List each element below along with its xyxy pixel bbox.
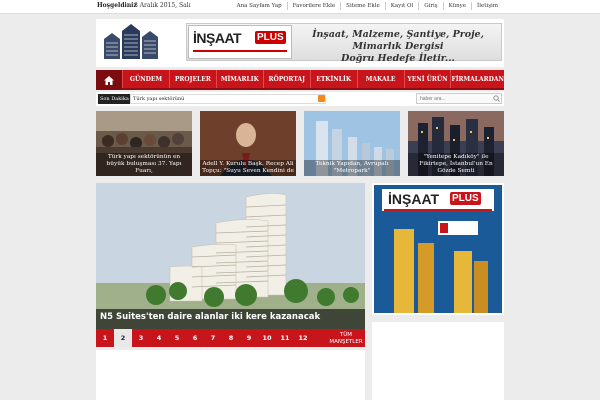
thumb-caption: Adell Y. Kurulu Başk. Recep Ali Topçu: "… <box>200 160 296 176</box>
pager-item-6[interactable]: 6 <box>186 329 204 347</box>
nav-item-roportaj[interactable]: RÖPORTAJ <box>262 70 310 88</box>
pager-item-11[interactable]: 11 <box>276 329 294 347</box>
top-links: Ana Sayfam Yap Favorilere Ekle Siteme Ek… <box>232 2 503 10</box>
date-text: 8 Aralık 2015, Salı <box>134 2 191 9</box>
pager-item-2[interactable]: 2 <box>114 329 132 347</box>
slider-pager: 1 2 3 4 5 6 7 8 9 10 11 12 TÜM MANŞETLER <box>96 329 365 347</box>
link-favorites[interactable]: Favorilere Ekle <box>286 2 341 10</box>
site-header: www.insaatplus.com İNŞAAT PLUS İnşaat, M… <box>96 19 504 74</box>
sidebar-ad[interactable]: İNŞAAT PLUS <box>372 183 504 315</box>
headline-slider[interactable]: N5 Suites'ten daire alanlar iki kere kaz… <box>96 183 365 329</box>
sidebar-lower <box>372 322 504 400</box>
breaking-news-text[interactable]: Türk yapı sektörünü <box>130 94 326 104</box>
search-icon[interactable] <box>493 95 500 102</box>
link-contact[interactable]: İletişim <box>471 2 503 10</box>
home-button[interactable] <box>96 70 122 90</box>
banner-plus: PLUS <box>255 31 286 44</box>
link-imprint[interactable]: Künye <box>442 2 471 10</box>
thumb-caption: Türk yapı sektörünün en büyük buluşması … <box>96 153 192 176</box>
link-login[interactable]: Giriş <box>418 2 442 10</box>
link-add-site[interactable]: Siteme Ekle <box>340 2 385 10</box>
pager-item-3[interactable]: 3 <box>132 329 150 347</box>
banner-magazine: İNŞAAT PLUS <box>188 25 292 59</box>
top-bar: Hoşgeldiniz 8 Aralık 2015, Salı Ana Sayf… <box>0 0 600 14</box>
pager-item-7[interactable]: 7 <box>204 329 222 347</box>
slide-title[interactable]: N5 Suites'ten daire alanlar iki kere kaz… <box>96 309 365 329</box>
breaking-news-label: Son Dakika <box>98 94 131 104</box>
nav-item-mimarlik[interactable]: MİMARLIK <box>215 70 263 88</box>
site-logo[interactable] <box>100 21 162 63</box>
main-nav: GÜNDEM PROJELER MİMARLIK RÖPORTAJ ETKİNL… <box>96 70 504 90</box>
pager-item-10[interactable]: 10 <box>258 329 276 347</box>
thumb-item[interactable]: Adell Y. Kurulu Başk. Recep Ali Topçu: "… <box>200 111 296 176</box>
home-icon <box>104 75 114 85</box>
nav-item-yeni-urun[interactable]: YENİ ÜRÜN <box>403 70 451 88</box>
content-area-lower <box>96 350 365 400</box>
pager-item-9[interactable]: 9 <box>240 329 258 347</box>
ad-image: İNŞAAT PLUS <box>374 185 502 313</box>
buildings-logo-icon <box>104 24 158 59</box>
nav-item-makale[interactable]: MAKALE <box>356 70 404 88</box>
pager-item-1[interactable]: 1 <box>96 329 114 347</box>
thumb-caption: Teknik Yapıdan, Avrupalı "Metropark" <box>304 160 400 176</box>
thumb-item[interactable]: "Yenitepe Kadıköy" ile Fikirtepe, İstanb… <box>408 111 504 176</box>
featured-thumbs: Türk yapı sektörünün en büyük buluşması … <box>96 111 504 176</box>
thumb-item[interactable]: Teknik Yapıdan, Avrupalı "Metropark" <box>304 111 400 176</box>
nav-item-firmalardan[interactable]: FİRMALARDAN <box>450 70 504 88</box>
banner-tagline: İnşaat, Malzeme, Şantiye, Proje, Mimarlı… <box>297 29 499 65</box>
ad-plus: PLUS <box>450 192 481 205</box>
pager-item-5[interactable]: 5 <box>168 329 186 347</box>
slider-image-n5-suites <box>96 183 365 329</box>
banner-tagline-line-1: İnşaat, Malzeme, Şantiye, Proje, Mimarlı… <box>312 29 484 52</box>
nav-item-etkinlik[interactable]: ETKİNLİK <box>309 70 357 88</box>
thumb-caption: "Yenitepe Kadıköy" ile Fikirtepe, İstanb… <box>408 153 504 176</box>
welcome-text: Hoşgeldiniz <box>97 2 137 9</box>
banner-brand: İNŞAAT <box>193 30 242 46</box>
pager-item-12[interactable]: 12 <box>294 329 312 347</box>
search-input[interactable] <box>416 93 502 104</box>
pager-item-8[interactable]: 8 <box>222 329 240 347</box>
pager-item-4[interactable]: 4 <box>150 329 168 347</box>
ticker-bar: Son Dakika Türk yapı sektörünü <box>96 92 504 106</box>
thumb-item[interactable]: Türk yapı sektörünün en büyük buluşması … <box>96 111 192 176</box>
nav-item-gundem[interactable]: GÜNDEM <box>122 70 169 88</box>
nav-item-projeler[interactable]: PROJELER <box>168 70 216 88</box>
rss-icon[interactable] <box>318 95 325 102</box>
banner-stripe <box>193 50 287 52</box>
ad-brand: İNŞAAT <box>388 191 440 207</box>
all-headlines-link[interactable]: TÜM MANŞETLER <box>327 329 365 347</box>
link-register[interactable]: Kayıt Ol <box>384 2 418 10</box>
link-homepage[interactable]: Ana Sayfam Yap <box>232 2 287 10</box>
header-banner[interactable]: İNŞAAT PLUS İnşaat, Malzeme, Şantiye, Pr… <box>186 23 502 64</box>
banner-tagline-line-2: Doğru Hedefe İletir... <box>341 53 455 64</box>
